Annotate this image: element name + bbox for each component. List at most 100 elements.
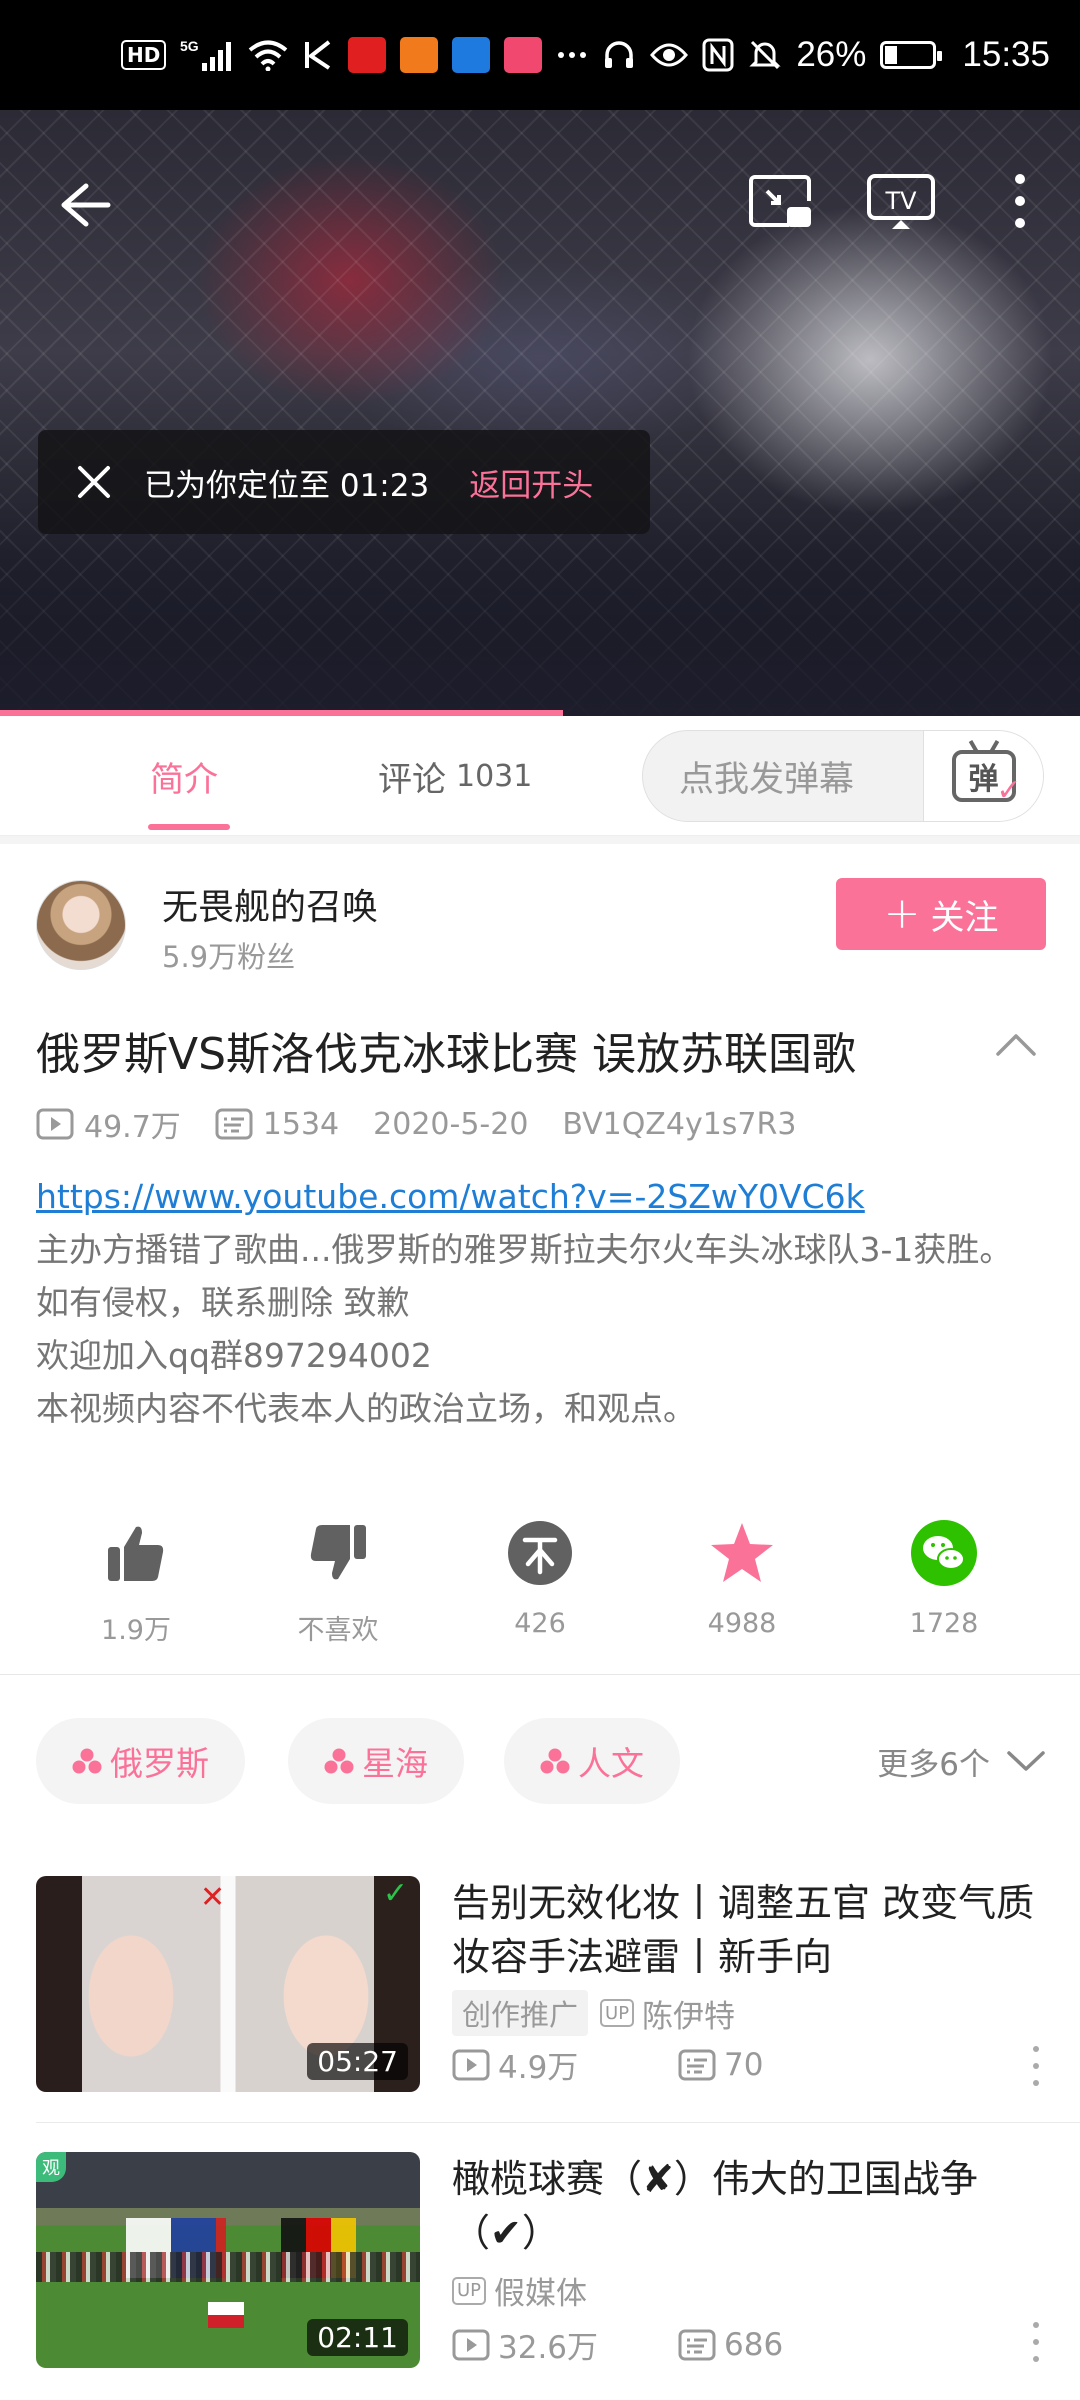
- app-icon: [400, 37, 439, 73]
- check-mark-icon: ✓: [382, 1876, 408, 1911]
- video-thumbnail[interactable]: 观 02:11: [36, 2152, 420, 2368]
- danmaku-placeholder[interactable]: 点我发弹幕: [643, 751, 923, 802]
- coin-button[interactable]: 426: [470, 1518, 610, 1639]
- watched-badge: 观: [36, 2152, 66, 2182]
- related-video-uploader: UP 假媒体: [452, 2268, 587, 2313]
- tab-comments[interactable]: 评论 1031: [378, 716, 532, 836]
- screen-cast-button[interactable]: [748, 170, 814, 236]
- k-icon: [302, 35, 334, 75]
- star-icon: [707, 1518, 777, 1588]
- promo-badge: 创作推广: [452, 1990, 589, 2036]
- video-title: 俄罗斯VS斯洛伐克冰球比赛 误放苏联国歌: [36, 1029, 857, 1080]
- danmaku-input[interactable]: 点我发弹幕 弹 ✓: [642, 730, 1044, 822]
- video-duration: 05:27: [307, 2043, 408, 2080]
- description-line: 欢迎加入qq群897294002: [36, 1336, 432, 1375]
- tv-cast-button[interactable]: TV: [866, 170, 936, 236]
- app-icon: [452, 37, 491, 73]
- tag-channel-icon: [324, 1748, 354, 1774]
- share-button[interactable]: 1728: [874, 1518, 1014, 1639]
- wechat-icon: [909, 1518, 979, 1588]
- comment-count: 1031: [456, 758, 533, 794]
- app-icon: [348, 37, 387, 73]
- video-description: https://www.youtube.com/watch?v=-2SZwY0V…: [36, 1170, 1046, 1435]
- tag-item[interactable]: 俄罗斯: [36, 1718, 245, 1804]
- svg-text:TV: TV: [884, 187, 917, 215]
- thumbs-up-icon: [101, 1518, 171, 1588]
- favorite-count: 4988: [707, 1608, 777, 1639]
- share-count: 1728: [909, 1608, 979, 1639]
- uploader-fans: 5.9万粉丝: [162, 940, 296, 974]
- signal-icon: 5G: [180, 35, 234, 75]
- video-thumbnail[interactable]: ✕ ✓ 05:27: [36, 1876, 420, 2092]
- description-link[interactable]: https://www.youtube.com/watch?v=-2SZwY0V…: [36, 1170, 1046, 1223]
- bvid: BV1QZ4y1s7R3: [562, 1106, 797, 1142]
- related-video-title[interactable]: 告别无效化妆丨调整五官 改变气质 妆容手法避雷丨新手向: [452, 1876, 1042, 1984]
- more-vertical-icon: [1015, 174, 1025, 228]
- more-vertical-icon[interactable]: [1026, 2046, 1046, 2086]
- return-to-start-link[interactable]: 返回开头: [469, 460, 593, 505]
- description-line: 主办方播错了歌曲...俄罗斯的雅罗斯拉夫尔火车头冰球队3-1获胜。: [36, 1230, 1013, 1269]
- related-video-stats: 4.9万 70: [452, 2042, 763, 2087]
- action-bar: 1.9万 不喜欢 426 4988 1728: [0, 1518, 1080, 1658]
- danmaku-count-icon: [678, 2329, 716, 2360]
- headset-icon: [602, 35, 636, 75]
- back-button[interactable]: [50, 170, 120, 240]
- avatar[interactable]: [36, 880, 126, 970]
- dislike-button[interactable]: 不喜欢: [268, 1518, 408, 1647]
- like-button[interactable]: 1.9万: [66, 1518, 206, 1647]
- danmaku-count-icon: [215, 1108, 253, 1140]
- cast-icon: [749, 175, 811, 227]
- plus-icon: +: [883, 888, 921, 939]
- video-duration: 02:11: [307, 2319, 408, 2356]
- danmaku-icon: 弹 ✓: [951, 750, 1022, 808]
- tag-channel-icon: [72, 1748, 102, 1774]
- danmaku-count: 1534: [262, 1106, 340, 1142]
- dislike-label: 不喜欢: [297, 1615, 379, 1646]
- publish-date: 2020-5-20: [373, 1106, 529, 1142]
- danmaku-toggle-button[interactable]: 弹 ✓: [923, 731, 1043, 821]
- battery-percent: 26%: [796, 35, 867, 74]
- danmaku-count-icon: [678, 2049, 716, 2080]
- detail-tabs: 简介 评论 1031 点我发弹幕 弹 ✓: [0, 716, 1080, 836]
- uploader-info: 无畏舰的召唤 5.9万粉丝 + 关注: [36, 878, 1046, 978]
- resume-position-toast: 已为你定位至 01:23 返回开头: [38, 430, 650, 534]
- video-meta: 49.7万 1534 2020-5-20 BV1QZ4y1s7R3: [36, 1104, 830, 1145]
- collapse-chevron-icon[interactable]: [994, 1030, 1038, 1060]
- tag-item[interactable]: 人文: [504, 1718, 680, 1804]
- more-vertical-icon[interactable]: [1026, 2322, 1046, 2362]
- mute-icon: [748, 35, 782, 75]
- clock: 15:35: [962, 35, 1050, 74]
- tab-intro[interactable]: 简介: [150, 716, 218, 836]
- description-line: 本视频内容不代表本人的政治立场，和观点。: [36, 1389, 696, 1428]
- more-options-button[interactable]: [1000, 166, 1040, 236]
- cross-mark-icon: ✕: [200, 1880, 226, 1915]
- close-icon[interactable]: [72, 460, 116, 504]
- tag-channel-icon: [540, 1748, 570, 1774]
- status-bar: HD 5G 26% 15:35: [0, 0, 1080, 110]
- view-count: 49.7万: [84, 1110, 181, 1145]
- tab-active-indicator: [148, 824, 230, 830]
- related-video-uploader: 创作推广 UP 陈伊特: [452, 1990, 735, 2036]
- related-video-card[interactable]: ✕ ✓ 05:27 告别无效化妆丨调整五官 改变气质 妆容手法避雷丨新手向 创作…: [36, 1876, 1046, 2092]
- up-icon: UP: [452, 2276, 487, 2305]
- wifi-icon: [248, 35, 288, 75]
- favorite-button[interactable]: 4988: [672, 1518, 812, 1639]
- thumbs-down-icon: [303, 1518, 373, 1588]
- like-count: 1.9万: [101, 1615, 171, 1646]
- play-count-icon: [452, 2049, 490, 2080]
- video-player[interactable]: TV 已为你定位至 01:23 返回开头: [0, 110, 1080, 716]
- tag-list: 俄罗斯 星海 人文 更多6个: [36, 1718, 1046, 1804]
- tag-item[interactable]: 星海: [288, 1718, 464, 1804]
- eye-icon: [650, 35, 689, 75]
- chevron-down-icon: [1007, 1751, 1045, 1771]
- more-tags-button[interactable]: 更多6个: [877, 1718, 1046, 1804]
- related-video-card[interactable]: 观 02:11 橄榄球赛（✘）伟大的卫国战争（✔） UP 假媒体 32.6万 6…: [36, 2152, 1046, 2368]
- coin-count: 426: [514, 1608, 566, 1639]
- follow-button[interactable]: + 关注: [836, 878, 1046, 950]
- play-count-icon: [452, 2329, 490, 2360]
- related-video-title[interactable]: 橄榄球赛（✘）伟大的卫国战争（✔）: [452, 2152, 1042, 2260]
- nfc-icon: [702, 35, 734, 75]
- uploader-name[interactable]: 无畏舰的召唤: [162, 878, 378, 930]
- tv-icon: TV: [867, 174, 935, 229]
- play-count-icon: [36, 1108, 74, 1140]
